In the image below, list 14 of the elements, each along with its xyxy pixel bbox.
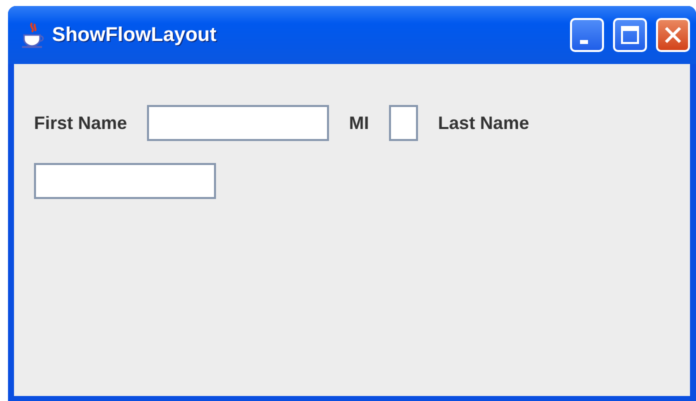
minimize-icon bbox=[580, 40, 588, 44]
close-button[interactable] bbox=[656, 18, 690, 52]
coffee-cup-icon bbox=[20, 21, 46, 49]
field-label: Last Name bbox=[438, 112, 530, 134]
field-label: MI bbox=[349, 112, 370, 134]
text-field[interactable] bbox=[147, 105, 330, 141]
maximize-button[interactable] bbox=[613, 18, 647, 52]
window-title: ShowFlowLayout bbox=[52, 24, 218, 46]
maximize-icon bbox=[620, 25, 640, 45]
field-label: First Name bbox=[34, 112, 128, 134]
text-field[interactable] bbox=[389, 105, 418, 141]
text-field[interactable] bbox=[34, 163, 216, 199]
minimize-button[interactable] bbox=[570, 18, 604, 52]
close-icon bbox=[663, 25, 683, 45]
